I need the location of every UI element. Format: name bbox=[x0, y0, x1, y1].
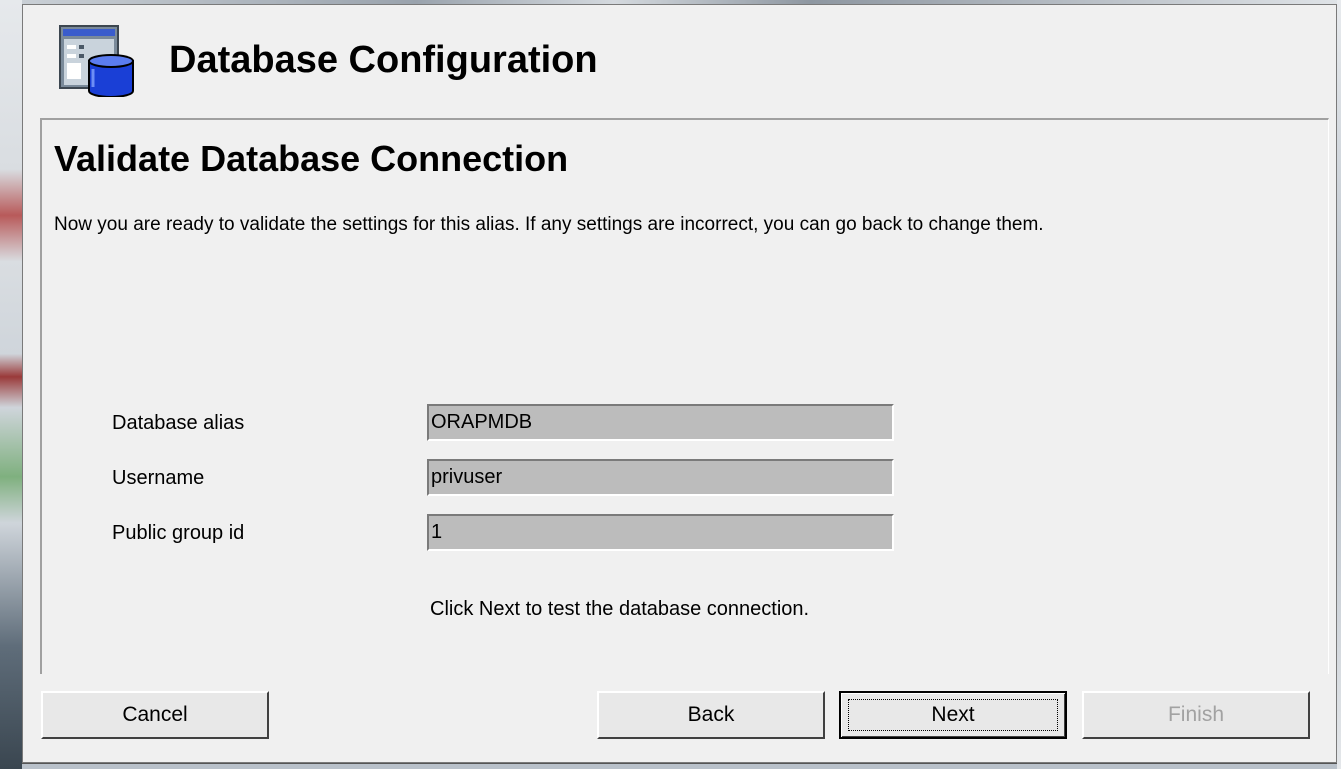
next-button[interactable]: Next bbox=[839, 691, 1067, 739]
background-window-edge bbox=[0, 0, 22, 769]
database-alias-label: Database alias bbox=[112, 412, 245, 434]
public-group-id-label: Public group id bbox=[112, 522, 245, 544]
public-group-id-field[interactable] bbox=[427, 514, 894, 551]
username-label: Username bbox=[112, 467, 205, 489]
page-description: Now you are ready to validate the settin… bbox=[54, 214, 1044, 235]
database-configuration-dialog: Database Configuration Validate Database… bbox=[22, 4, 1337, 763]
dialog-title: Database Configuration bbox=[169, 39, 598, 81]
finish-button[interactable]: Finish bbox=[1082, 691, 1310, 739]
cancel-button[interactable]: Cancel bbox=[41, 691, 269, 739]
database-config-icon bbox=[59, 25, 139, 98]
page-title: Validate Database Connection bbox=[54, 138, 569, 179]
wizard-page-panel: Validate Database Connection Now you are… bbox=[40, 118, 1329, 674]
database-alias-field[interactable] bbox=[427, 404, 894, 441]
background-window-right-edge bbox=[1337, 0, 1341, 769]
back-button[interactable]: Back bbox=[597, 691, 825, 739]
focus-rectangle bbox=[848, 699, 1058, 731]
username-field[interactable] bbox=[427, 459, 894, 496]
dialog-header: Database Configuration bbox=[23, 5, 1336, 118]
next-hint-text: Click Next to test the database connecti… bbox=[430, 598, 810, 620]
